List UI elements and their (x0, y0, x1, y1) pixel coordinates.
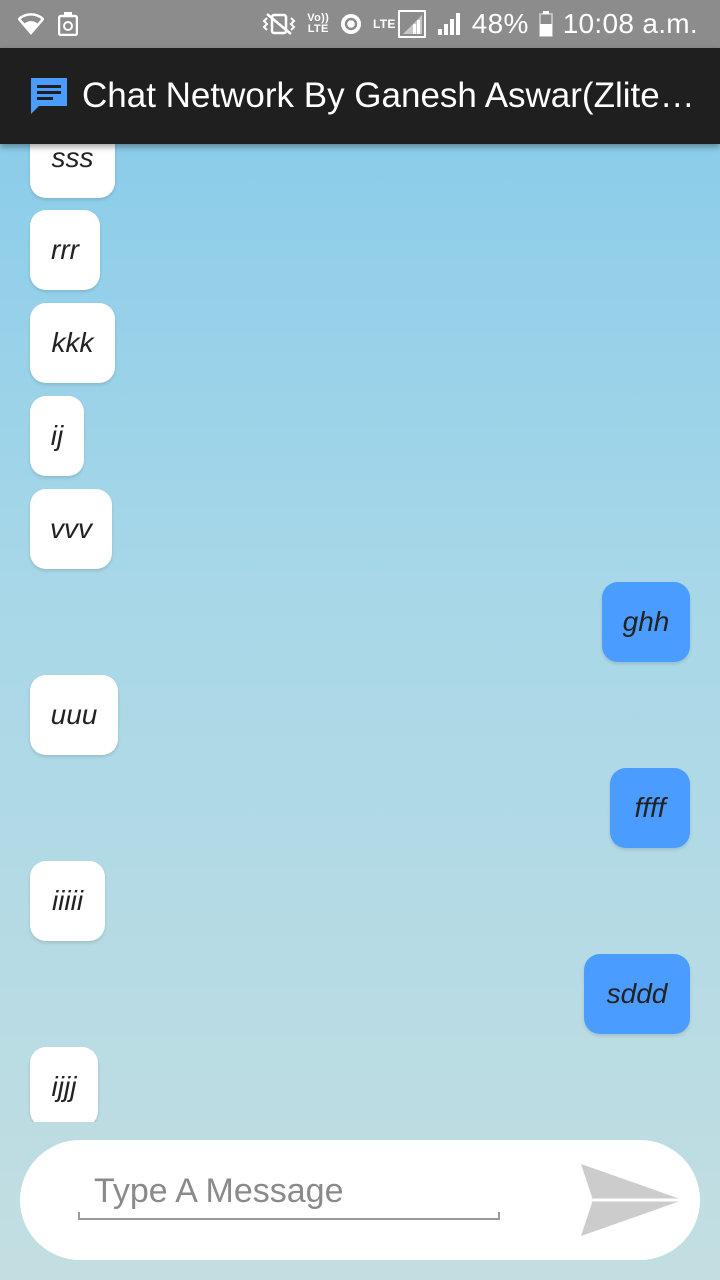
message-bubble-received: rrr (30, 210, 100, 290)
battery-icon (538, 11, 553, 37)
message-bubble-received: vvv (30, 489, 112, 569)
message-bubble-received: ijjj (30, 1047, 98, 1122)
message-composer (20, 1140, 700, 1260)
message-bubble-received: ij (30, 396, 84, 476)
message-input[interactable] (78, 1164, 500, 1218)
send-button[interactable] (576, 1158, 688, 1242)
app-bar: Chat Network By Ganesh Aswar(Zlite… (0, 48, 720, 144)
status-bar: Vo)) LTE LTE 48% 10:08 a.m. (0, 0, 720, 48)
wifi-icon (18, 13, 44, 35)
cell-signal-icon (436, 11, 462, 37)
message-bubble-received: kkk (30, 303, 115, 383)
volte-icon: Vo)) LTE (307, 12, 330, 35)
recycle-notification-icon (58, 12, 78, 36)
battery-percent: 48% (471, 8, 529, 39)
message-bubble-sent: ffff (610, 768, 690, 848)
message-bubble-sent: sddd (584, 954, 690, 1034)
message-bubble-received: uuu (30, 675, 118, 755)
lte-signal-icon: LTE (373, 10, 426, 38)
input-underline (78, 1212, 500, 1220)
send-icon (581, 1164, 683, 1236)
app-title: Chat Network By Ganesh Aswar(Zlite… (82, 76, 695, 115)
message-bubble-received: iiiii (30, 861, 105, 941)
vibrate-icon (261, 12, 297, 36)
data-sync-icon (339, 12, 363, 36)
chat-bubble-icon (28, 75, 70, 117)
message-bubble-received: sss (30, 144, 115, 198)
clock: 10:08 a.m. (562, 8, 698, 39)
chat-message-list[interactable]: sss rrr kkk ij vvv ghh uuu ffff iiiii sd… (0, 144, 720, 1122)
message-bubble-sent: ghh (602, 582, 690, 662)
